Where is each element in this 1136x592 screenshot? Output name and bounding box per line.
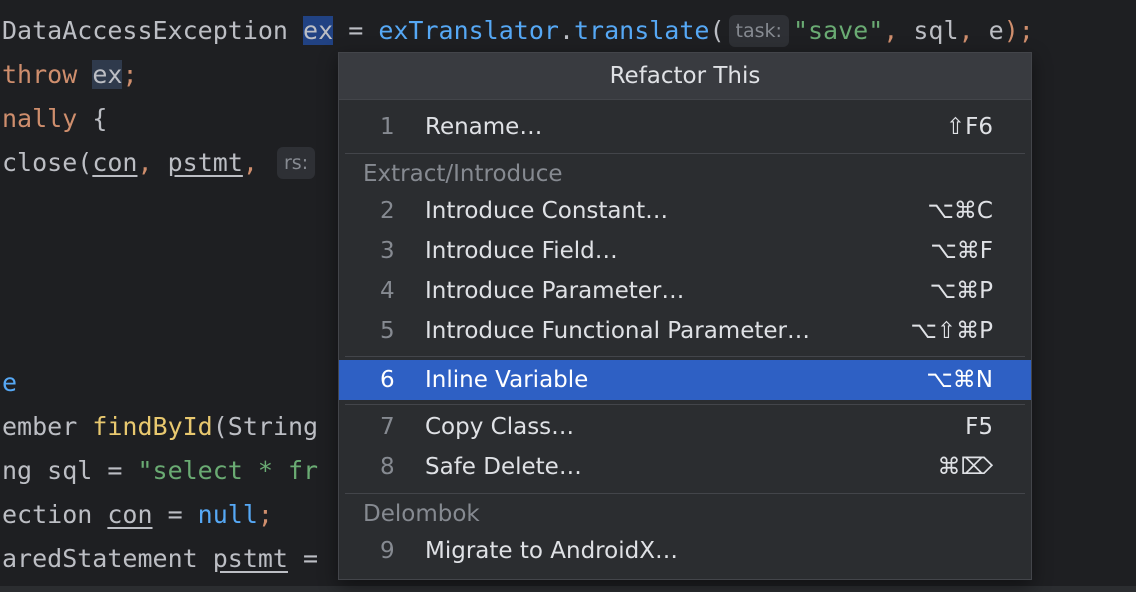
menu-item-label: Copy Class… [425, 414, 575, 440]
menu-item-shortcut: F5 [965, 414, 993, 440]
code-line-3[interactable]: nally { [2, 101, 107, 137]
menu-item-label: Introduce Constant… [425, 198, 669, 224]
menu-item-label: Introduce Parameter… [425, 278, 685, 304]
token-arg-sql: sql [898, 16, 959, 45]
token-keyword: nally [2, 104, 78, 133]
token-end: ); [1003, 16, 1034, 45]
code-line-5[interactable]: e [2, 365, 17, 401]
menu-item-number: 1 [380, 114, 395, 140]
group-label-delombok: Delombok [363, 501, 480, 527]
menu-item-label: Introduce Functional Parameter… [425, 318, 810, 344]
token-arg-pstmt: pstmt [167, 148, 243, 177]
token-function: close [2, 148, 78, 177]
menu-item-introduce-parameter[interactable]: 4 Introduce Parameter… ⌥⌘P [339, 271, 1031, 311]
token-arg-con: con [92, 148, 138, 177]
menu-item-number: 8 [380, 454, 395, 480]
menu-item-shortcut: ⌥⌘C [927, 198, 993, 224]
menu-item-label: Inline Variable [425, 367, 589, 393]
menu-item-number: 2 [380, 198, 395, 224]
token-string: "select * fr [137, 456, 319, 485]
menu-item-shortcut: ⇧F6 [945, 114, 993, 140]
code-line-6[interactable]: ember findById(String [2, 409, 318, 445]
token-method-name: findById [92, 412, 213, 441]
menu-item-safe-delete[interactable]: 8 Safe Delete… ⌘⌦ [339, 447, 1031, 487]
menu-item-copy-class[interactable]: 7 Copy Class… F5 [339, 407, 1031, 447]
menu-separator [345, 404, 1025, 405]
token-comma: , [958, 16, 974, 45]
token-rest: { [77, 104, 108, 133]
token-variable-pstmt: pstmt [212, 544, 288, 573]
menu-item-shortcut: ⌥⌘F [930, 238, 993, 264]
token-variable-con: con [107, 500, 153, 529]
token-variable-ex[interactable]: ex [303, 16, 334, 45]
token-paren: ( [77, 148, 93, 177]
code-line-1[interactable]: DataAccessException ex = exTranslator.tr… [2, 13, 1034, 49]
token-method: translate [574, 16, 710, 45]
token-dot: . [558, 16, 574, 45]
code-line-7[interactable]: ng sql = "select * fr [2, 453, 318, 489]
token-end: ; [257, 500, 273, 529]
code-line-8[interactable]: ection con = null; [2, 497, 273, 533]
code-line-9[interactable]: aredStatement pstmt = [2, 541, 318, 577]
token-arg-e: e [973, 16, 1004, 45]
menu-item-shortcut: ⌘⌦ [937, 454, 993, 480]
menu-item-shortcut: ⌥⌘N [926, 367, 993, 393]
token-end: ; [122, 60, 138, 89]
refactor-this-popup: Refactor This 1 Rename… ⇧F6 Extract/Intr… [338, 52, 1032, 580]
menu-item-shortcut: ⌥⇧⌘P [910, 318, 993, 344]
token-comma: , [883, 16, 899, 45]
menu-item-label: Safe Delete… [425, 454, 582, 480]
menu-item-label: Introduce Field… [425, 238, 618, 264]
token-comma: , [137, 148, 153, 177]
token-string: "save" [792, 16, 884, 45]
token-assign: = [152, 500, 198, 529]
token-rest: = [287, 544, 319, 573]
token-assign: = [333, 16, 379, 45]
token-comma: , [242, 148, 258, 177]
menu-item-label: Migrate to AndroidX… [425, 538, 678, 564]
menu-item-number: 4 [380, 278, 395, 304]
menu-item-number: 5 [380, 318, 395, 344]
token-type: ection [2, 500, 108, 529]
token-type: ng sql = [2, 456, 138, 485]
code-line-2[interactable]: throw ex; [2, 57, 138, 93]
param-hint-rs: rs: [277, 147, 316, 179]
token-annotation: e [2, 368, 18, 397]
menu-separator [345, 493, 1025, 494]
token-type: DataAccessException [2, 16, 288, 45]
menu-item-migrate-androidx[interactable]: 9 Migrate to AndroidX… [339, 531, 1031, 571]
menu-item-number: 3 [380, 238, 395, 264]
token-paren: ( [709, 16, 725, 45]
token-type: aredStatement [2, 544, 213, 573]
menu-item-shortcut: ⌥⌘P [929, 278, 993, 304]
menu-item-number: 7 [380, 414, 395, 440]
menu-item-label: Rename… [425, 114, 543, 140]
token-keyword: throw [2, 60, 78, 89]
menu-separator [345, 356, 1025, 357]
menu-separator [345, 153, 1025, 154]
menu-item-introduce-functional-parameter[interactable]: 5 Introduce Functional Parameter… ⌥⇧⌘P [339, 311, 1031, 351]
menu-item-number: 6 [380, 367, 395, 393]
menu-item-introduce-field[interactable]: 3 Introduce Field… ⌥⌘F [339, 231, 1031, 271]
group-label-extract-introduce: Extract/Introduce [363, 161, 563, 187]
token-type: ember [2, 412, 93, 441]
token-rest: (String [212, 412, 319, 441]
menu-item-number: 9 [380, 538, 395, 564]
param-hint-task: task: [728, 15, 789, 47]
token-object: exTranslator [378, 16, 559, 45]
popup-title: Refactor This [339, 53, 1031, 100]
menu-item-introduce-constant[interactable]: 2 Introduce Constant… ⌥⌘C [339, 191, 1031, 231]
token-null: null [197, 500, 258, 529]
token-variable-ex[interactable]: ex [92, 60, 123, 89]
menu-item-inline-variable[interactable]: 6 Inline Variable ⌥⌘N [339, 360, 1031, 400]
code-line-4[interactable]: close(con, pstmt, rs: [2, 145, 319, 181]
menu-item-rename[interactable]: 1 Rename… ⇧F6 [339, 107, 1031, 147]
status-bar-edge [0, 586, 1136, 592]
